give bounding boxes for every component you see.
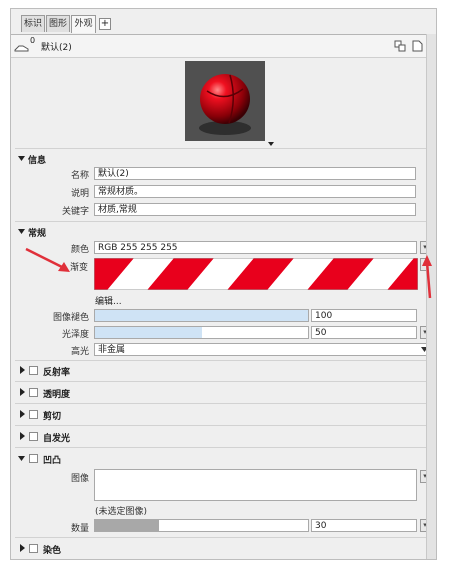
general-section-title[interactable]: 常规 bbox=[28, 226, 46, 239]
collapse-arrow-icon[interactable] bbox=[18, 455, 26, 463]
bump-image-slot[interactable] bbox=[94, 469, 417, 501]
asset-header: 0 默认(2) bbox=[11, 34, 436, 58]
keyword-field[interactable]: 材质,常规 bbox=[94, 203, 416, 216]
bump-amount-fill bbox=[95, 520, 159, 531]
annotation-arrow-left bbox=[25, 247, 70, 272]
color-field[interactable]: RGB 255 255 255 bbox=[94, 241, 417, 254]
bump-amount-slider[interactable] bbox=[94, 519, 309, 532]
self-illumination-checkbox[interactable] bbox=[29, 432, 38, 441]
description-label: 说明 bbox=[70, 189, 89, 199]
separator bbox=[15, 447, 432, 448]
name-field[interactable]: 默认(2) bbox=[94, 167, 416, 180]
reflectivity-section-title[interactable]: 反射率 bbox=[43, 365, 70, 378]
highlight-select[interactable]: 非金属 bbox=[94, 343, 430, 356]
usage-count: 0 bbox=[30, 36, 36, 45]
image-fade-value[interactable]: 100 bbox=[311, 309, 417, 322]
separator bbox=[15, 360, 432, 361]
expand-arrow-icon[interactable] bbox=[19, 410, 26, 418]
material-browser-panel: 标识 图形 外观 + 0 默认(2) 信息 名称 默认(2) 说明 常规材质。 … bbox=[10, 8, 437, 560]
separator bbox=[15, 148, 432, 149]
no-image-text: (未选定图像) bbox=[95, 507, 148, 517]
reflectivity-checkbox[interactable] bbox=[29, 366, 38, 375]
expand-arrow-icon[interactable] bbox=[19, 366, 26, 374]
separator bbox=[15, 221, 432, 222]
transparency-section-title[interactable]: 透明度 bbox=[43, 387, 70, 400]
bump-image-label: 图像 bbox=[70, 474, 89, 484]
cutout-section-title[interactable]: 剪切 bbox=[43, 409, 61, 422]
asset-title: 默认(2) bbox=[41, 43, 72, 53]
expand-arrow-icon[interactable] bbox=[19, 388, 26, 396]
self-illumination-section-title[interactable]: 自发光 bbox=[43, 431, 70, 444]
gloss-slider[interactable] bbox=[94, 326, 309, 339]
tint-section-title[interactable]: 染色 bbox=[43, 543, 61, 556]
info-section-title[interactable]: 信息 bbox=[28, 153, 46, 166]
bump-amount-label: 数量 bbox=[70, 524, 89, 534]
collapse-arrow-icon[interactable] bbox=[18, 155, 26, 163]
keyword-label: 关键字 bbox=[61, 207, 89, 217]
tab-identity[interactable]: 标识 bbox=[21, 15, 45, 32]
image-fade-fill bbox=[95, 310, 308, 321]
description-field[interactable]: 常规材质。 bbox=[94, 185, 416, 198]
separator bbox=[15, 381, 432, 382]
bump-section-title[interactable]: 凹凸 bbox=[43, 453, 61, 466]
add-tab-button[interactable]: + bbox=[99, 18, 111, 30]
separator bbox=[15, 403, 432, 404]
tab-graphics[interactable]: 图形 bbox=[46, 15, 70, 32]
collapse-arrow-icon[interactable] bbox=[18, 228, 26, 236]
hand-icon bbox=[14, 45, 29, 52]
name-label: 名称 bbox=[70, 171, 89, 181]
separator bbox=[15, 537, 432, 538]
tint-checkbox[interactable] bbox=[29, 544, 38, 553]
expand-arrow-icon[interactable] bbox=[19, 544, 26, 552]
material-preview bbox=[185, 61, 274, 146]
gradient-swatch[interactable] bbox=[94, 258, 418, 290]
tab-appearance[interactable]: 外观 bbox=[71, 15, 96, 33]
bump-amount-value[interactable]: 30 bbox=[311, 519, 417, 532]
highlight-label: 高光 bbox=[70, 347, 89, 357]
transparency-checkbox[interactable] bbox=[29, 388, 38, 397]
gloss-fill bbox=[95, 327, 202, 338]
document-icon[interactable] bbox=[411, 40, 423, 52]
image-fade-slider[interactable] bbox=[94, 309, 309, 322]
gloss-label: 光泽度 bbox=[61, 330, 89, 340]
cutout-checkbox[interactable] bbox=[29, 410, 38, 419]
separator bbox=[15, 425, 432, 426]
edit-link[interactable]: 编辑... bbox=[95, 294, 122, 307]
preview-dropdown-icon[interactable] bbox=[267, 141, 275, 147]
duplicate-icon[interactable] bbox=[394, 40, 406, 52]
expand-arrow-icon[interactable] bbox=[19, 432, 26, 440]
gloss-value[interactable]: 50 bbox=[311, 326, 417, 339]
image-fade-label: 图像褪色 bbox=[52, 313, 89, 323]
sphere-preview-image bbox=[185, 61, 265, 141]
annotation-arrow-right bbox=[422, 255, 432, 299]
bump-checkbox[interactable] bbox=[29, 454, 38, 463]
